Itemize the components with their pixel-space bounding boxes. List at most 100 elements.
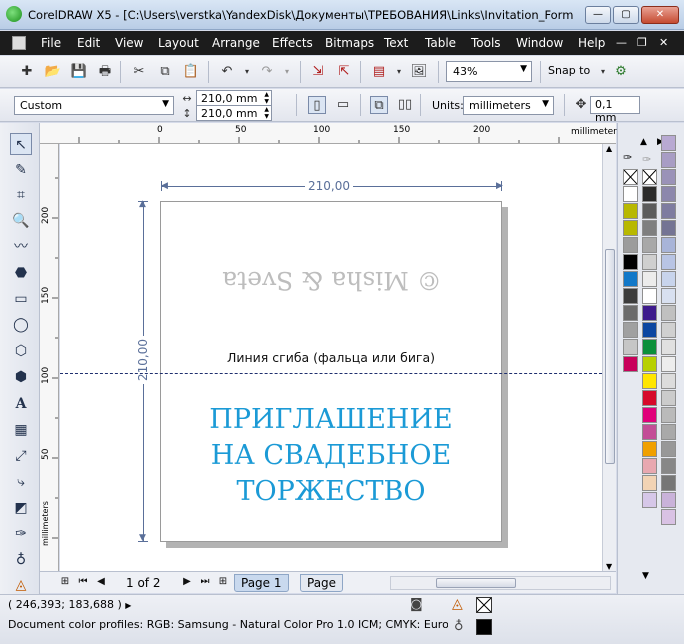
eyedropper-icon[interactable]: ✑ bbox=[623, 151, 632, 164]
width-dimension-label[interactable]: 210,00 bbox=[305, 179, 353, 193]
color-swatch[interactable] bbox=[642, 305, 657, 321]
smart-fill-tool-icon[interactable]: ⬣ bbox=[10, 262, 32, 284]
color-swatch[interactable] bbox=[623, 339, 638, 355]
vertical-scroll-thumb[interactable] bbox=[605, 249, 615, 464]
color-swatch[interactable] bbox=[642, 322, 657, 338]
table-tool-icon[interactable]: ▦ bbox=[10, 419, 32, 441]
redo-icon[interactable]: ↷ bbox=[258, 63, 276, 81]
shape-tool-icon[interactable]: ✎ bbox=[10, 159, 32, 181]
color-swatch[interactable] bbox=[661, 186, 676, 202]
options-icon[interactable]: ⚙ bbox=[612, 63, 630, 81]
menu-arrange[interactable]: Arrange bbox=[212, 36, 260, 50]
zoom-level-select[interactable]: 43% ▼ bbox=[446, 61, 532, 82]
vertical-scrollbar[interactable]: ▲ ▼ bbox=[602, 144, 616, 571]
fold-guideline[interactable] bbox=[60, 373, 602, 374]
color-swatch[interactable] bbox=[642, 220, 657, 236]
outline-color-swatch[interactable] bbox=[476, 619, 492, 635]
color-swatch[interactable] bbox=[661, 458, 676, 474]
export-icon[interactable]: ⇱ bbox=[335, 63, 353, 81]
spin-arrows-icon[interactable]: ▲ ▼ bbox=[264, 91, 269, 105]
mirrored-copyright-text[interactable]: © Misha & Sveta bbox=[212, 266, 452, 295]
spin-arrows-icon[interactable]: ▲ ▼ bbox=[264, 106, 269, 120]
color-swatch[interactable] bbox=[623, 305, 638, 321]
color-swatch[interactable] bbox=[661, 203, 676, 219]
color-swatch[interactable] bbox=[661, 169, 676, 185]
color-proofing-icon[interactable]: ◙ bbox=[410, 597, 423, 612]
minimize-button[interactable]: — bbox=[585, 6, 611, 24]
color-swatch[interactable] bbox=[623, 356, 638, 372]
pick-tool-icon[interactable]: ↖ bbox=[10, 133, 32, 155]
color-swatch[interactable] bbox=[623, 203, 638, 219]
color-swatch[interactable] bbox=[642, 288, 657, 304]
next-page-icon[interactable]: ▶ bbox=[180, 575, 194, 589]
color-swatch[interactable] bbox=[642, 475, 657, 491]
fill-status-icon[interactable]: ◬ bbox=[452, 596, 463, 612]
color-swatch[interactable] bbox=[642, 339, 657, 355]
eyedropper-tool-icon[interactable]: ✑ bbox=[10, 523, 32, 545]
launcher-dropdown-icon[interactable]: ▾ bbox=[390, 63, 408, 81]
color-swatch[interactable] bbox=[642, 254, 657, 270]
height-dimension-label[interactable]: 210,00 bbox=[136, 336, 150, 384]
color-swatch[interactable] bbox=[642, 373, 657, 389]
polygon-tool-icon[interactable]: ⬡ bbox=[10, 340, 32, 362]
paste-icon[interactable]: 📋 bbox=[182, 63, 200, 81]
print-icon[interactable]: 🖶 bbox=[96, 63, 114, 81]
text-tool-icon[interactable]: A bbox=[10, 393, 32, 415]
page-preset-select[interactable]: Custom ▼ bbox=[14, 96, 174, 115]
basic-shapes-tool-icon[interactable]: ⬢ bbox=[10, 366, 32, 388]
application-launcher-icon[interactable]: ▤ bbox=[370, 63, 388, 81]
color-swatch[interactable] bbox=[642, 441, 657, 457]
coreldraw-app-icon[interactable] bbox=[6, 6, 22, 22]
page-width-field[interactable]: 210,0 mm ▲ ▼ bbox=[196, 90, 272, 106]
color-swatch[interactable] bbox=[661, 220, 676, 236]
menu-table[interactable]: Table bbox=[425, 36, 456, 50]
color-swatch[interactable] bbox=[642, 458, 657, 474]
color-swatch[interactable] bbox=[661, 475, 676, 491]
horizontal-ruler[interactable]: 0 50 100 150 200 bbox=[40, 123, 616, 144]
welcome-screen-icon[interactable]: 🖼 bbox=[410, 63, 428, 81]
redo-dropdown-icon[interactable]: ▾ bbox=[278, 63, 296, 81]
document-close-button[interactable]: ✕ bbox=[659, 36, 668, 49]
color-swatch[interactable] bbox=[642, 186, 657, 202]
undo-icon[interactable]: ↶ bbox=[218, 63, 236, 81]
palette-scroll-up-icon[interactable]: ▲ bbox=[640, 137, 647, 147]
color-swatch[interactable] bbox=[661, 237, 676, 253]
units-select[interactable]: millimeters ▼ bbox=[463, 96, 554, 115]
snap-to-button[interactable]: Snap to bbox=[548, 64, 590, 77]
color-swatch[interactable] bbox=[661, 254, 676, 270]
cut-icon[interactable]: ✂ bbox=[130, 63, 148, 81]
color-swatch[interactable] bbox=[642, 271, 657, 287]
tab-page-1[interactable]: Page 1 bbox=[234, 574, 289, 592]
menu-tools[interactable]: Tools bbox=[471, 36, 501, 50]
current-page-icon[interactable]: ▯▯ bbox=[396, 96, 414, 114]
menu-file[interactable]: File bbox=[41, 36, 61, 50]
menu-bitmaps[interactable]: Bitmaps bbox=[325, 36, 374, 50]
open-icon[interactable]: 📂 bbox=[44, 63, 62, 81]
horizontal-scrollbar[interactable] bbox=[390, 576, 611, 590]
connector-tool-icon[interactable]: ⤷ bbox=[10, 471, 32, 493]
crop-tool-icon[interactable]: ⌗ bbox=[10, 184, 32, 206]
color-swatch[interactable] bbox=[661, 322, 676, 338]
drawing-canvas[interactable]: ◀ ▶ 210,00 ▲ ▼ 210,00 © Misha & Sveta Ли… bbox=[60, 144, 602, 571]
color-swatch[interactable] bbox=[642, 203, 657, 219]
color-swatch[interactable] bbox=[642, 492, 657, 508]
document-restore-button[interactable]: ❐ bbox=[637, 36, 647, 49]
color-swatch[interactable] bbox=[642, 390, 657, 406]
color-swatch[interactable] bbox=[623, 186, 638, 202]
menu-view[interactable]: View bbox=[115, 36, 143, 50]
color-swatch[interactable] bbox=[661, 390, 676, 406]
color-swatch[interactable] bbox=[661, 288, 676, 304]
fold-line-label[interactable]: Линия сгиба (фальца или бига) bbox=[160, 350, 502, 365]
freehand-tool-icon[interactable]: 〰 bbox=[10, 236, 32, 258]
first-page-icon[interactable]: ⏮ bbox=[76, 575, 90, 589]
snap-dropdown-icon[interactable]: ▾ bbox=[594, 63, 612, 81]
color-swatch[interactable] bbox=[661, 509, 676, 525]
color-swatch[interactable] bbox=[623, 237, 638, 253]
ellipse-tool-icon[interactable]: ◯ bbox=[10, 314, 32, 336]
menu-help[interactable]: Help bbox=[578, 36, 605, 50]
close-button[interactable]: ✕ bbox=[641, 6, 679, 24]
color-swatch[interactable] bbox=[623, 271, 638, 287]
scroll-up-icon[interactable]: ▲ bbox=[606, 144, 612, 153]
add-page-before-icon[interactable]: ⊞ bbox=[58, 575, 72, 589]
page-height-field[interactable]: 210,0 mm ▲ ▼ bbox=[196, 105, 272, 121]
